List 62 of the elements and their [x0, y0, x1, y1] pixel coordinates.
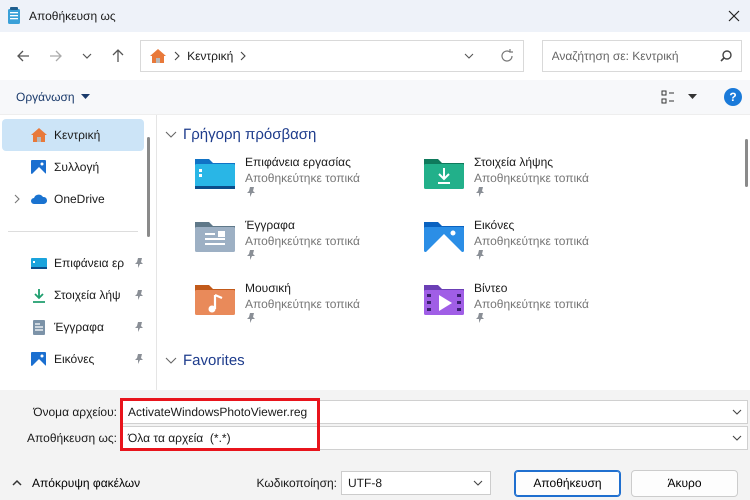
pin-icon — [133, 258, 144, 268]
pin-icon — [133, 290, 144, 300]
input-field[interactable]: ActivateWindowsPhotoViewer.reg — [120, 400, 748, 424]
back-arrow-icon[interactable] — [16, 48, 32, 64]
list-view-icon[interactable] — [661, 90, 675, 104]
encoding-dropdown[interactable]: UTF-8 — [341, 471, 491, 495]
chevron-up-icon[interactable] — [12, 479, 22, 487]
folder-status: Αποθηκεύτηκε τοπικά — [474, 234, 589, 248]
sidebar-item[interactable]: Έγγραφα — [2, 311, 144, 343]
sidebar-item[interactable]: Συλλογή — [2, 151, 144, 183]
sidebar-item[interactable]: Εικόνες — [2, 343, 144, 375]
search-icon[interactable] — [719, 49, 734, 63]
chevron-icon — [239, 51, 248, 61]
window-title: Αποθήκευση ως — [29, 9, 117, 23]
folder-status: Αποθηκεύτηκε τοπικά — [245, 234, 360, 248]
folder-name[interactable]: Εικόνες — [474, 218, 589, 232]
download-icon — [30, 287, 48, 303]
home-icon — [149, 48, 168, 64]
field-label: Όνομα αρχείου: — [32, 405, 118, 419]
folder-name[interactable]: Στοιχεία λήψης — [474, 155, 589, 169]
folder-name[interactable]: Μουσική — [245, 281, 360, 295]
folder-status: Αποθηκεύτηκε τοπικά — [245, 297, 360, 311]
help-button[interactable]: ? — [724, 88, 742, 106]
sidebar-item[interactable]: Στοιχεία λήψ — [2, 279, 144, 311]
notepad-icon — [7, 7, 21, 25]
scrollbar[interactable] — [147, 137, 150, 237]
picture-icon — [30, 159, 48, 175]
input-field[interactable]: Όλα τα αρχεία (*.*) — [120, 426, 748, 450]
sidebar-item[interactable]: OneDrive — [2, 183, 144, 215]
picture-icon — [30, 351, 48, 367]
chevron-icon[interactable] — [13, 194, 21, 204]
folder-name[interactable]: Επιφάνεια εργασίας — [245, 155, 360, 169]
chevron-icon — [173, 51, 182, 61]
scrollbar[interactable] — [745, 139, 748, 187]
address-bar[interactable]: Κεντρική — [140, 40, 524, 72]
document-icon — [30, 319, 48, 335]
section-heading[interactable]: Γρήγορη πρόσβαση — [183, 126, 316, 142]
refresh-icon[interactable] — [498, 48, 515, 64]
folder-name[interactable]: Βίντεο — [474, 281, 589, 295]
organize-button[interactable]: Οργάνωση — [16, 90, 90, 104]
field-label: Αποθήκευση ως: — [26, 431, 118, 445]
desktop-icon — [30, 255, 48, 271]
pin-icon — [133, 354, 144, 364]
pin-icon — [133, 322, 144, 332]
folder-name[interactable]: Έγγραφα — [245, 218, 360, 232]
breadcrumb[interactable]: Κεντρική — [187, 49, 234, 63]
home-icon — [30, 127, 48, 143]
cancel-button[interactable]: Άκυρο — [631, 470, 738, 496]
caret-icon[interactable] — [688, 94, 697, 100]
encoding-label: Κωδικοποίηση: — [256, 476, 337, 490]
hide-folders-button[interactable]: Απόκρυψη φακέλων — [12, 476, 257, 490]
close-icon[interactable] — [728, 10, 740, 22]
save-button[interactable]: Αποθήκευση — [514, 470, 621, 496]
section-heading[interactable]: Favorites — [183, 352, 245, 368]
sidebar-item[interactable]: Κεντρική — [2, 119, 144, 151]
view-button[interactable] — [661, 90, 697, 104]
folder-status: Αποθηκεύτηκε τοπικά — [245, 171, 360, 185]
folder-status: Αποθηκεύτηκε τοπικά — [474, 171, 589, 185]
search-field[interactable]: Αναζήτηση σε: Κεντρική — [542, 40, 742, 72]
sidebar-item[interactable]: Επιφάνεια ερ — [2, 247, 144, 279]
caret-icon[interactable] — [80, 94, 90, 100]
folder-status: Αποθηκεύτηκε τοπικά — [474, 297, 589, 311]
